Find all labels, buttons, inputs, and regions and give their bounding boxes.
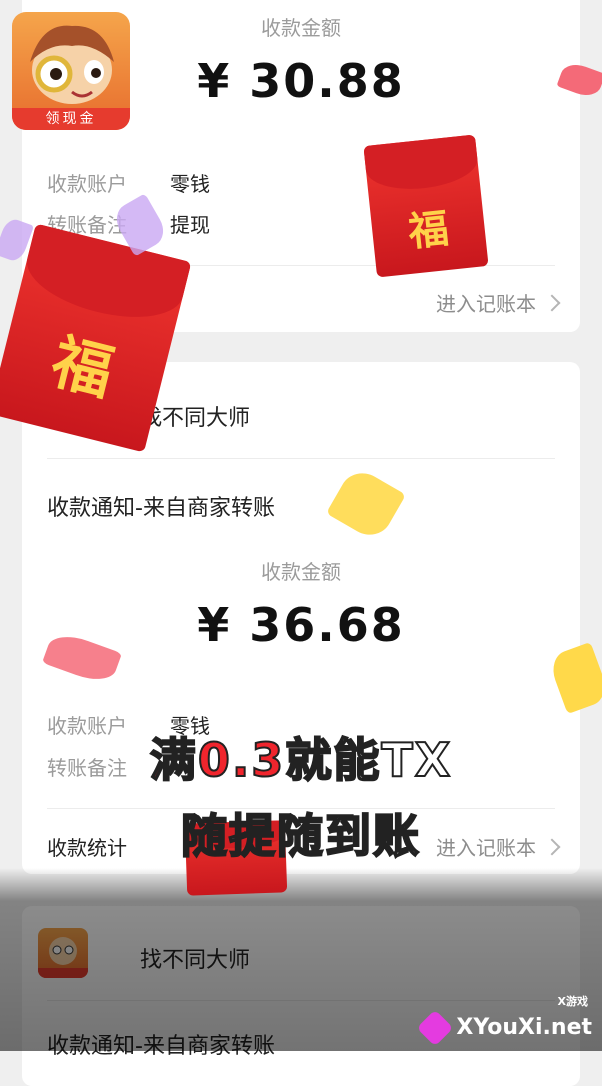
caption-highlight: 满0.3 bbox=[149, 732, 286, 788]
ledger-link[interactable]: 进入记账本 bbox=[436, 288, 561, 317]
account-label: 收款账户 bbox=[47, 172, 127, 196]
app-icon-label: 领现金 bbox=[12, 108, 130, 130]
merchant-name: 找不同大师 bbox=[140, 948, 251, 973]
amount-value: ¥ 36.68 bbox=[197, 598, 405, 652]
caption-rest: 就能TX bbox=[284, 732, 453, 788]
watermark-tag: X游戏 bbox=[557, 995, 588, 1008]
caption-line-1: 满0.3就能TX bbox=[0, 724, 602, 790]
app-icon[interactable]: 领现金 bbox=[12, 12, 130, 130]
payment-card-3: 找不同大师 收款通知-来自商家转账 bbox=[22, 906, 580, 1086]
divider bbox=[47, 458, 555, 459]
account-value: 零钱 bbox=[170, 172, 210, 196]
merchant-avatar bbox=[38, 928, 88, 978]
note-value: 提现 bbox=[170, 213, 210, 237]
gamepad-icon bbox=[417, 1009, 454, 1047]
watermark: X游戏 XYouXi.net bbox=[417, 995, 592, 1047]
merchant-name: 找不同大师 bbox=[140, 406, 251, 431]
envelope-character: 福 bbox=[406, 205, 451, 256]
envelope-character: 福 bbox=[44, 326, 121, 410]
divider bbox=[47, 1000, 555, 1001]
red-envelope: 福 bbox=[363, 134, 489, 278]
chevron-right-icon bbox=[543, 294, 561, 311]
notice-title: 收款通知-来自商家转账 bbox=[47, 496, 275, 521]
monkey-icon bbox=[30, 25, 114, 104]
notice-title: 收款通知-来自商家转账 bbox=[47, 1034, 275, 1059]
ledger-link-label: 进入记账本 bbox=[436, 292, 536, 316]
caption-line-2: 随提随到账 bbox=[180, 808, 421, 864]
watermark-text: XYouXi.net bbox=[456, 1015, 592, 1040]
amount-label: 收款金额 bbox=[261, 560, 341, 584]
